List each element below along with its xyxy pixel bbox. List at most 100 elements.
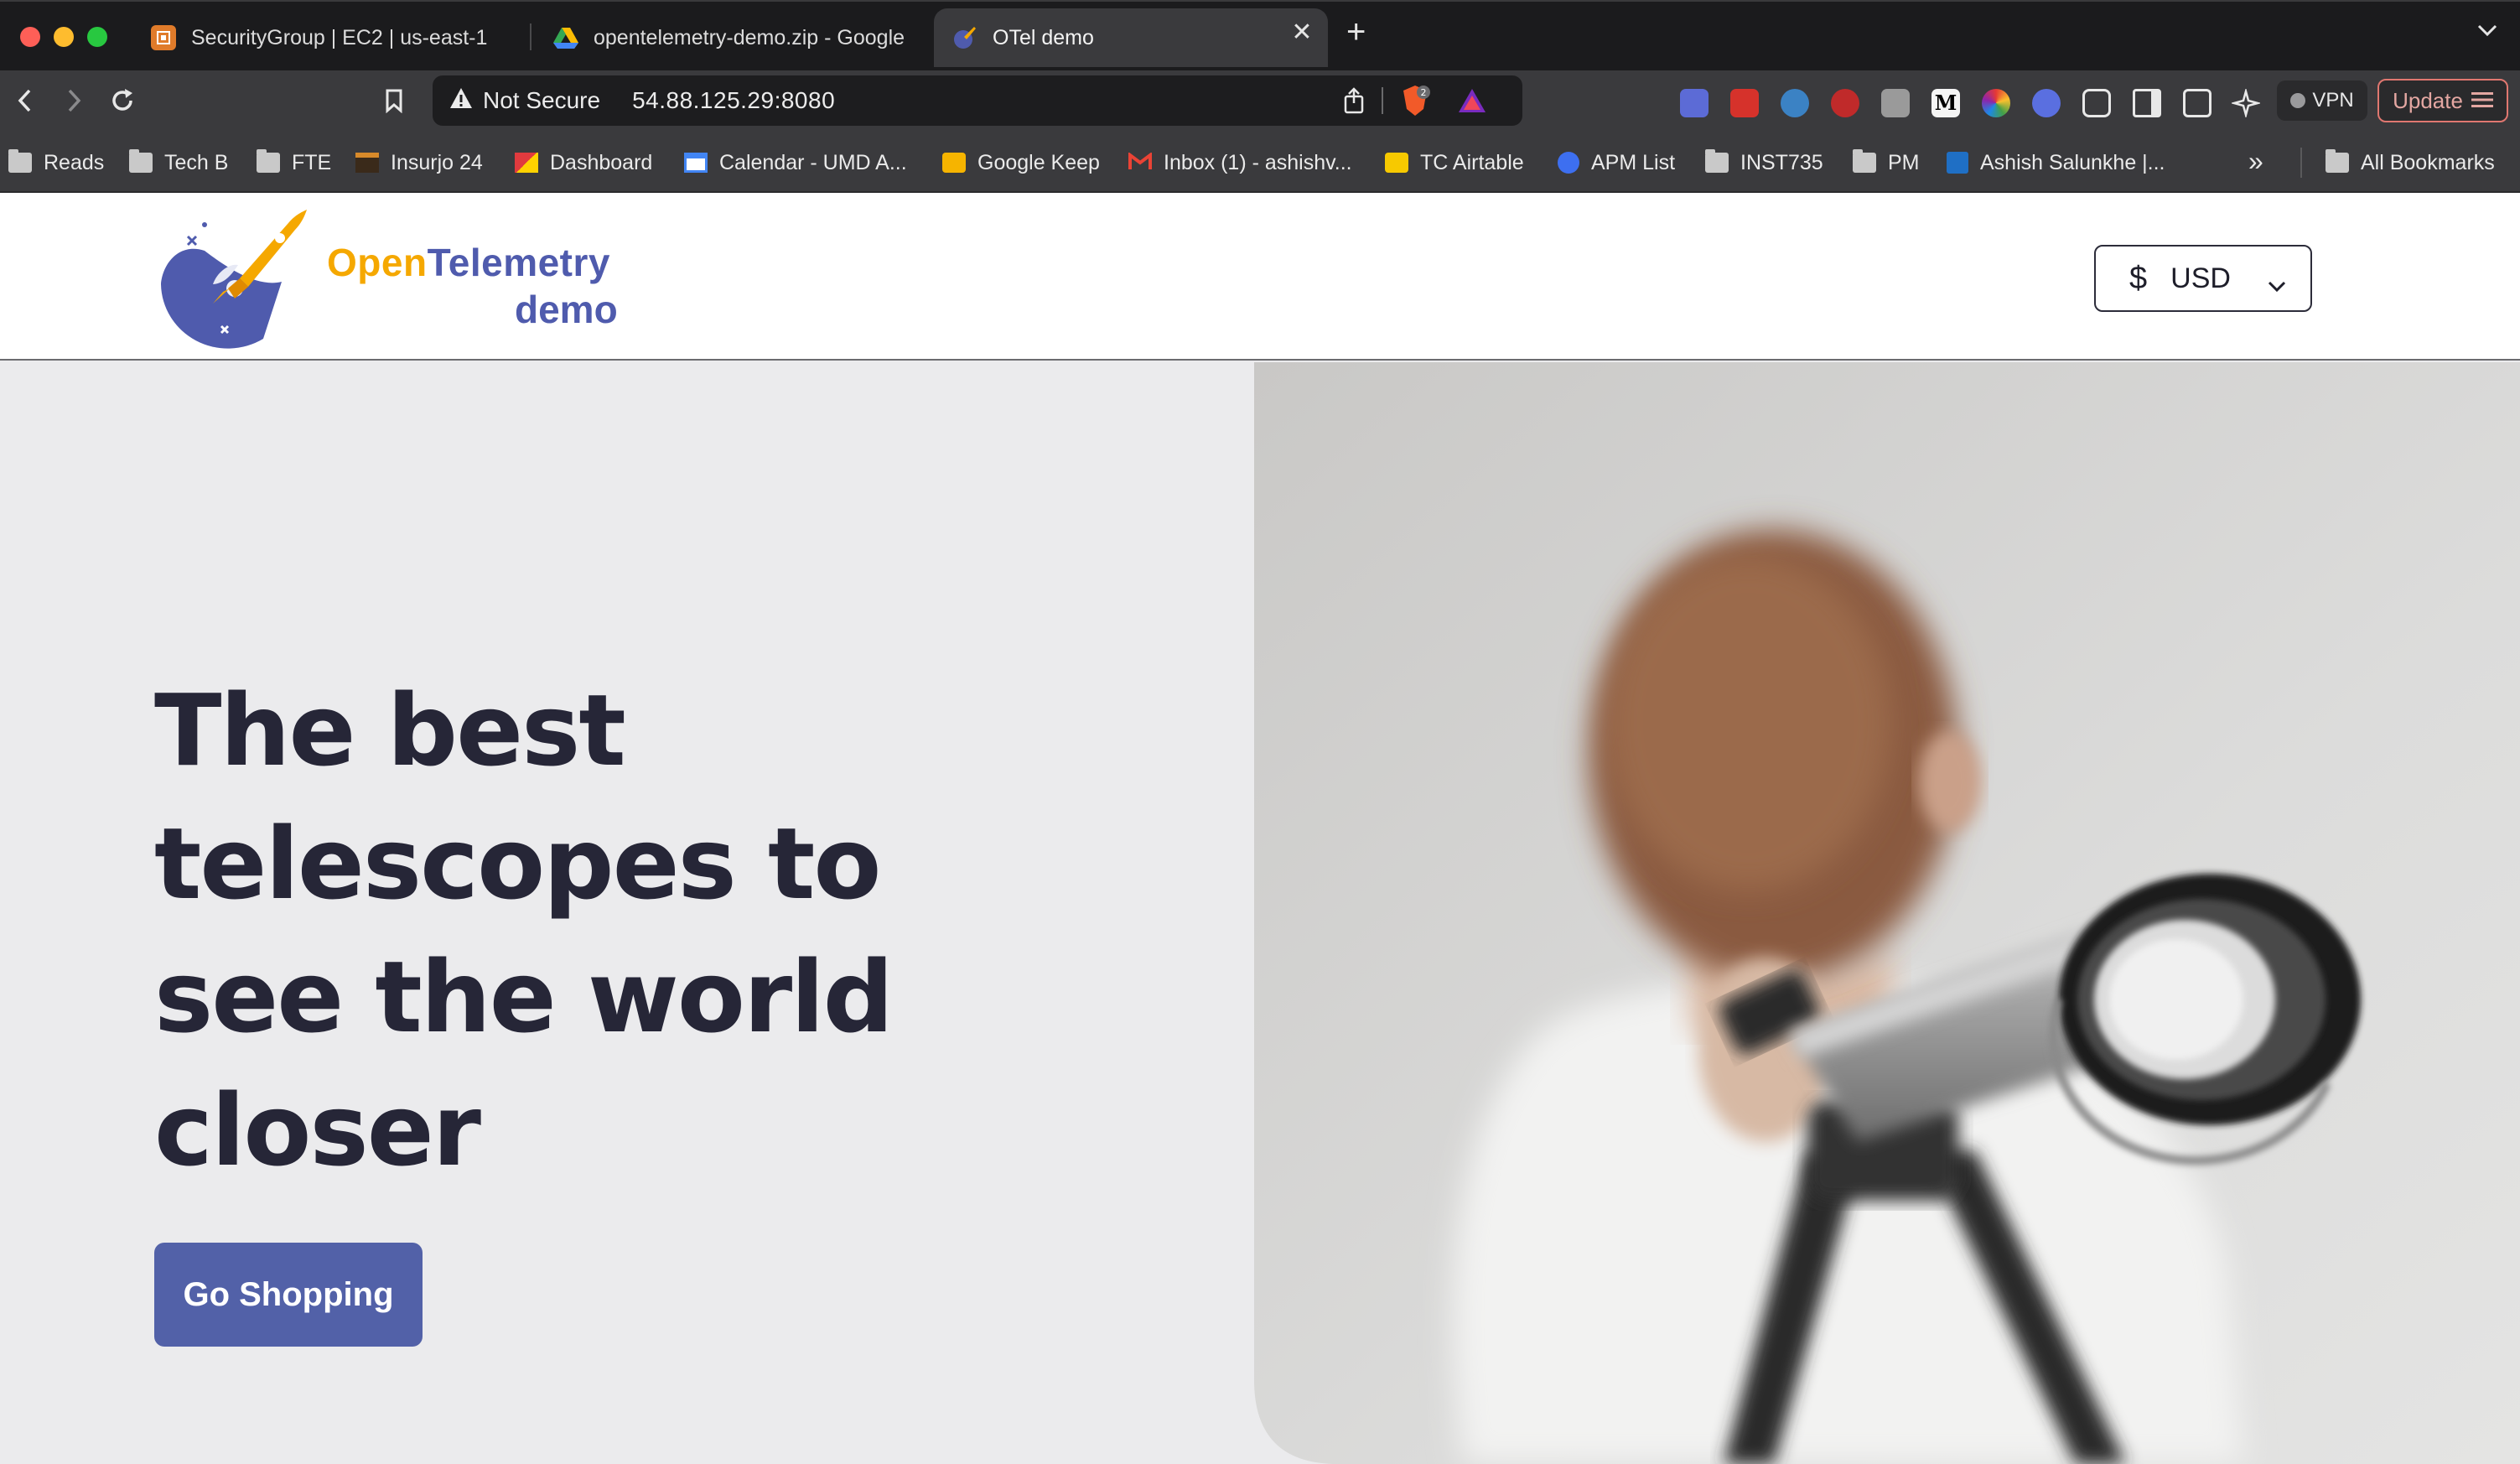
browser-tab-strip: SecurityGroup | EC2 | us-east-1 opentele…	[0, 0, 2520, 70]
divider	[1382, 87, 1383, 114]
bookmark-item[interactable]: Tech B	[129, 132, 228, 193]
keep-icon	[942, 153, 966, 173]
brave-rewards-icon[interactable]	[1457, 87, 1487, 120]
tab-title: SecurityGroup | EC2 | us-east-1	[191, 25, 488, 49]
tab-divider	[530, 23, 531, 50]
bookmark-item[interactable]: Google Keep	[942, 132, 1100, 193]
sidebar-toggle-icon[interactable]	[2133, 89, 2161, 117]
bookmark-page-icon[interactable]	[377, 84, 411, 117]
window-minimize-button[interactable]	[54, 27, 74, 47]
bookmark-item[interactable]: Dashboard	[515, 132, 652, 193]
logo-word-telemetry: Telemetry	[427, 241, 610, 284]
gmail-icon	[1128, 152, 1152, 173]
url-text[interactable]: 54.88.125.29:8080	[632, 87, 835, 114]
go-shopping-button[interactable]: Go Shopping	[154, 1243, 423, 1347]
headline-line: The best	[154, 672, 626, 788]
puzzle-extensions-icon[interactable]	[2082, 89, 2111, 117]
tab-title: opentelemetry-demo.zip - Google	[594, 25, 905, 49]
medium-icon[interactable]: M	[1931, 89, 1960, 117]
color-picker-icon[interactable]	[1982, 89, 2010, 117]
extension-icon[interactable]	[1881, 89, 1910, 117]
bookmark-item[interactable]: TC Airtable	[1385, 132, 1524, 193]
brave-shields-icon[interactable]: 2	[1398, 84, 1432, 123]
extension-icon[interactable]	[2032, 89, 2061, 117]
reload-icon[interactable]	[106, 84, 139, 117]
all-bookmarks-item[interactable]: All Bookmarks	[2326, 132, 2495, 193]
tab-list-chevron-icon[interactable]	[2476, 17, 2498, 44]
extension-icon[interactable]	[1781, 89, 1809, 117]
tab-google-drive[interactable]: opentelemetry-demo.zip - Google	[553, 8, 914, 67]
bookmark-label: Dashboard	[550, 150, 653, 174]
vpn-status-icon	[2290, 93, 2306, 108]
folder-icon	[129, 149, 153, 173]
svg-text:2: 2	[1421, 87, 1427, 98]
bookmark-label: All Bookmarks	[2361, 150, 2495, 174]
wallet-icon[interactable]	[2183, 89, 2211, 117]
address-bar[interactable]: Not Secure 54.88.125.29:8080 2	[433, 75, 1522, 126]
aws-ec2-icon	[151, 25, 176, 50]
umd-icon	[515, 153, 538, 173]
folder-icon	[2326, 149, 2349, 173]
tab-securitygroup[interactable]: SecurityGroup | EC2 | us-east-1	[151, 8, 520, 67]
bookmark-item[interactable]: FTE	[257, 132, 331, 193]
folder-icon	[257, 149, 280, 173]
rocket-logo-icon	[161, 210, 307, 349]
tab-close-icon[interactable]: ✕	[1288, 18, 1316, 47]
extension-icon[interactable]	[1831, 89, 1859, 117]
bookmark-label: Google Keep	[977, 150, 1100, 174]
browser-toolbar: Not Secure 54.88.125.29:8080 2 M VPN Upd…	[0, 70, 2520, 132]
google-drive-icon	[553, 25, 578, 50]
divider	[2300, 148, 2302, 178]
share-icon[interactable]	[1341, 87, 1366, 120]
bookmark-label: Calendar - UMD A...	[719, 150, 907, 174]
currency-symbol: $	[2129, 260, 2148, 296]
folder-icon	[8, 149, 32, 173]
opentelemetry-logo[interactable]: OpenTelemetry demo	[154, 205, 624, 352]
vpn-label: VPN	[2312, 89, 2354, 112]
bookmark-label: APM List	[1591, 150, 1676, 174]
bookmark-label: Reads	[44, 150, 105, 174]
update-button[interactable]: Update	[2377, 79, 2508, 122]
bookmark-item[interactable]: Reads	[8, 132, 104, 193]
menu-hamburger-icon	[2471, 88, 2493, 114]
logo-wordmark: OpenTelemetry	[327, 240, 610, 285]
telescope-photo	[1254, 362, 2520, 1464]
bookmark-item[interactable]: APM List	[1558, 132, 1675, 193]
back-arrow-icon[interactable]	[8, 84, 42, 117]
insurjo-icon	[355, 153, 379, 173]
hero-headline: The best telescopes to see the world clo…	[154, 664, 1076, 1197]
bookmarks-bar: Reads Tech B FTE Insurjo 24 Dashboard Ca…	[0, 132, 2520, 193]
extension-icon[interactable]	[1680, 89, 1709, 117]
tab-title: OTel demo	[993, 25, 1094, 49]
hero-telescope-image	[1254, 362, 2520, 1464]
logo-word-demo: demo	[515, 288, 618, 331]
bookmark-label: Tech B	[164, 150, 229, 174]
bookmark-label: PM	[1888, 150, 1920, 174]
bookmark-item[interactable]: Inbox (1) - ashishv...	[1128, 132, 1352, 193]
window-zoom-button[interactable]	[87, 27, 107, 47]
security-status-label[interactable]: Not Secure	[483, 87, 600, 114]
bookmark-item[interactable]: PM	[1853, 132, 1920, 193]
vpn-button[interactable]: VPN	[2277, 80, 2367, 121]
otel-favicon	[952, 25, 977, 50]
forward-arrow-icon[interactable]	[57, 84, 91, 117]
new-tab-plus-icon[interactable]: +	[1346, 15, 1366, 49]
bookmark-item[interactable]: INST735	[1705, 132, 1823, 193]
bookmark-label: FTE	[292, 150, 332, 174]
airtable-icon	[1385, 153, 1408, 173]
window-close-button[interactable]	[20, 27, 40, 47]
headline-line: see the world	[154, 939, 894, 1055]
leo-ai-sparkle-icon[interactable]	[2230, 87, 2262, 119]
bookmark-label: INST735	[1740, 150, 1823, 174]
currency-select[interactable]: $ USD	[2094, 245, 2312, 312]
pdf-extension-icon[interactable]	[1730, 89, 1759, 117]
logo-word-open: Open	[327, 241, 428, 284]
bookmark-item[interactable]: Calendar - UMD A...	[684, 132, 907, 193]
tab-otel-demo[interactable]: OTel demo	[934, 8, 1328, 67]
more-bookmarks-chevron-icon[interactable]: »	[2248, 146, 2263, 177]
linkedin-icon	[1947, 152, 1968, 174]
bookmark-item[interactable]: Ashish Salunkhe |...	[1947, 132, 2165, 193]
calendar-icon	[684, 153, 708, 173]
web-page: OpenTelemetry demo $ USD The best telesc…	[0, 193, 2520, 1464]
bookmark-item[interactable]: Insurjo 24	[355, 132, 483, 193]
